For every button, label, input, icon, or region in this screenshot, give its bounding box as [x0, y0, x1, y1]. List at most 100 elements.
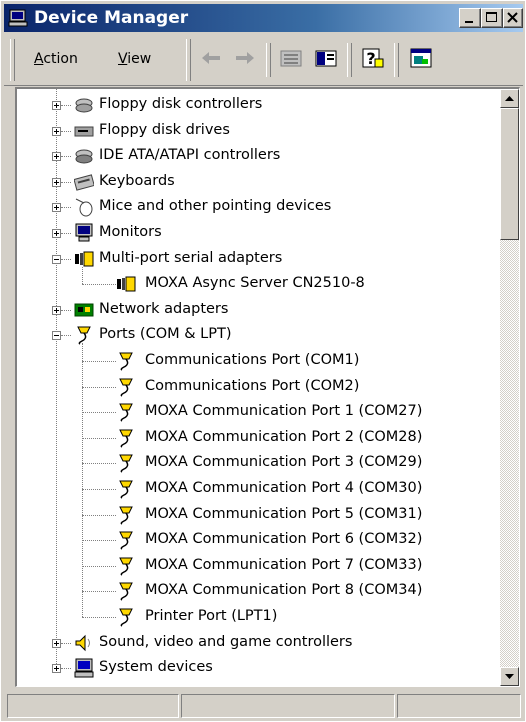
- device-item[interactable]: MOXA Communication Port 6 (COM32): [17, 528, 497, 552]
- device-item[interactable]: MOXA Communication Port 3 (COM29): [17, 451, 497, 475]
- network-adapter-icon: [74, 303, 94, 317]
- view-menu[interactable]: View: [118, 51, 151, 67]
- device-item[interactable]: MOXA Communication Port 8 (COM34): [17, 579, 497, 603]
- collapse-icon[interactable]: [52, 254, 61, 264]
- device-item[interactable]: Communications Port (COM1): [17, 349, 497, 373]
- expand-icon[interactable]: [52, 664, 61, 674]
- tree-connector: [82, 617, 116, 619]
- status-panel-1: [7, 694, 179, 718]
- device-category[interactable]: Floppy disk controllers: [17, 93, 497, 117]
- device-category[interactable]: IDE ATA/ATAPI controllers: [17, 144, 497, 168]
- device-label: Printer Port (LPT1): [145, 608, 278, 624]
- device-label: System devices: [99, 659, 213, 676]
- expand-icon[interactable]: [52, 203, 61, 213]
- show-hide-tree-icon[interactable]: [313, 45, 339, 71]
- serial-adapter-icon: [117, 276, 136, 292]
- device-label: Network adapters: [99, 300, 229, 317]
- collapse-icon[interactable]: [52, 331, 61, 341]
- vertical-scrollbar[interactable]: [500, 89, 519, 686]
- properties-icon[interactable]: [408, 45, 434, 71]
- port-icon: [119, 506, 133, 525]
- device-category[interactable]: System devices: [17, 656, 497, 680]
- svg-text:?: ?: [366, 49, 375, 68]
- tree-connector: [61, 668, 71, 670]
- port-icon: [119, 531, 133, 550]
- port-icon: [119, 429, 133, 448]
- device-category[interactable]: Network adapters: [17, 298, 497, 322]
- device-label: Communications Port (COM1): [145, 352, 360, 368]
- device-category[interactable]: Ports (COM & LPT): [17, 323, 497, 347]
- tree-connector: [61, 642, 71, 645]
- port-icon: [119, 480, 133, 499]
- tree-connector: [82, 540, 116, 542]
- device-label: MOXA Async Server CN2510-8: [145, 275, 365, 292]
- device-item[interactable]: MOXA Communication Port 1 (COM27): [17, 400, 497, 424]
- device-category[interactable]: Mice and other pointing devices: [17, 195, 497, 219]
- tree-connector: [61, 309, 71, 312]
- scroll-thumb[interactable]: [500, 108, 519, 240]
- device-item[interactable]: MOXA Async Server CN2510-8: [17, 272, 497, 296]
- device-item[interactable]: MOXA Communication Port 2 (COM28): [17, 426, 497, 450]
- device-category[interactable]: Keyboards: [17, 170, 497, 194]
- close-icon: [507, 12, 518, 23]
- view-menu-label: iew: [127, 51, 152, 67]
- up-folder-icon[interactable]: [278, 45, 304, 71]
- action-menu-access-key: A: [34, 51, 44, 67]
- tree-connector: [82, 361, 116, 363]
- help-icon[interactable]: ?: [360, 45, 386, 71]
- title-bar[interactable]: Device Manager: [4, 4, 523, 32]
- expand-icon[interactable]: [52, 177, 61, 187]
- tree-connector: [61, 156, 71, 158]
- device-item[interactable]: MOXA Communication Port 4 (COM30): [17, 477, 497, 501]
- minimize-icon: [465, 21, 473, 23]
- status-panel-2: [181, 694, 395, 718]
- toolbar-grip-2[interactable]: [186, 39, 191, 81]
- device-category[interactable]: Multi-port serial adapters: [17, 247, 497, 271]
- device-label: IDE ATA/ATAPI controllers: [99, 147, 281, 164]
- minimize-button[interactable]: [459, 8, 481, 28]
- device-item[interactable]: MOXA Communication Port 5 (COM31): [17, 503, 497, 527]
- device-label: MOXA Communication Port 7 (COM33): [145, 556, 423, 573]
- expand-icon[interactable]: [52, 101, 61, 110]
- action-menu[interactable]: Action: [34, 51, 78, 67]
- floppy-drive-icon: [74, 126, 94, 137]
- expand-icon[interactable]: [52, 126, 61, 136]
- device-category[interactable]: Sound, video and game controllers: [17, 631, 497, 655]
- device-label: MOXA Communication Port 5 (COM31): [145, 505, 423, 522]
- device-item[interactable]: MOXA Communication Port 7 (COM33): [17, 554, 497, 578]
- close-button[interactable]: [503, 8, 523, 28]
- expand-icon[interactable]: [52, 229, 61, 238]
- status-panel-3: [397, 694, 521, 718]
- device-item[interactable]: Communications Port (COM2): [17, 375, 497, 399]
- port-icon: [119, 378, 133, 397]
- device-category[interactable]: Floppy disk drives: [17, 119, 497, 143]
- back-arrow-icon[interactable]: [198, 45, 224, 71]
- expand-icon[interactable]: [52, 638, 61, 648]
- device-item[interactable]: Printer Port (LPT1): [17, 605, 497, 629]
- device-label: Mice and other pointing devices: [99, 198, 332, 215]
- device-label: Monitors: [99, 224, 162, 240]
- scroll-up-button[interactable]: [500, 89, 519, 108]
- device-label: MOXA Communication Port 2 (COM28): [145, 428, 423, 445]
- maximize-button[interactable]: [481, 8, 503, 28]
- ide-controller-icon: [75, 149, 93, 164]
- toolbar-grip[interactable]: [10, 39, 15, 81]
- tree-connector: [82, 412, 116, 414]
- tree-connector: [61, 207, 71, 209]
- expand-icon[interactable]: [52, 152, 61, 162]
- device-label: Communications Port (COM2): [145, 377, 360, 394]
- forward-arrow-icon[interactable]: [232, 45, 258, 71]
- scroll-down-icon: [505, 674, 514, 679]
- port-icon: [119, 403, 133, 422]
- device-label: Ports (COM & LPT): [99, 326, 232, 343]
- device-tree[interactable]: Floppy disk controllers Floppy disk drive…: [17, 89, 497, 686]
- port-icon: [119, 352, 133, 371]
- expand-icon[interactable]: [52, 305, 61, 315]
- tree-connector: [61, 181, 71, 184]
- scroll-down-button[interactable]: [500, 667, 519, 686]
- window-title: Device Manager: [34, 8, 189, 28]
- device-label: MOXA Communication Port 6 (COM32): [145, 531, 423, 548]
- tree-connector: [82, 437, 116, 440]
- device-category[interactable]: Monitors: [17, 221, 497, 245]
- port-icon: [77, 326, 91, 346]
